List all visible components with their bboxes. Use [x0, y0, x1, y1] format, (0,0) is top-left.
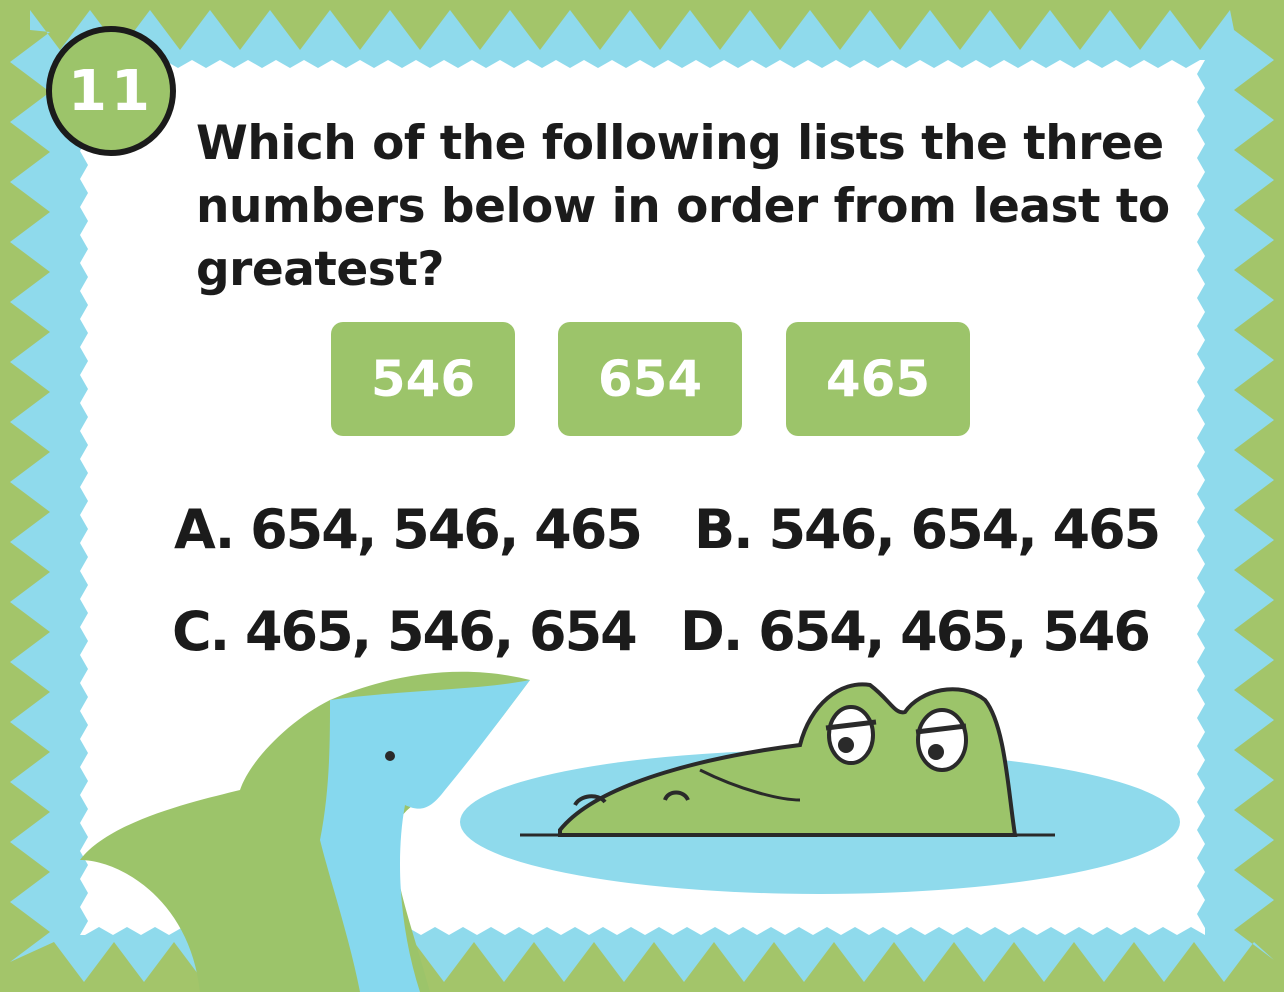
number-box: 654	[558, 322, 742, 436]
choice-d[interactable]: D. 654, 465, 546	[680, 600, 1151, 663]
question-text: Which of the following lists the three n…	[196, 116, 1170, 297]
number-value: 546	[370, 350, 476, 408]
number-box: 546	[331, 322, 515, 436]
choice-c[interactable]: C. 465, 546, 654	[172, 600, 638, 663]
number-value: 465	[825, 350, 931, 408]
choice-a[interactable]: A. 654, 546, 465	[174, 498, 643, 561]
choice-b[interactable]: B. 546, 654, 465	[694, 498, 1161, 561]
number-value: 654	[597, 350, 703, 408]
question-number: 11	[68, 58, 154, 124]
question-number-badge: 11	[46, 26, 176, 156]
number-box: 465	[786, 322, 970, 436]
